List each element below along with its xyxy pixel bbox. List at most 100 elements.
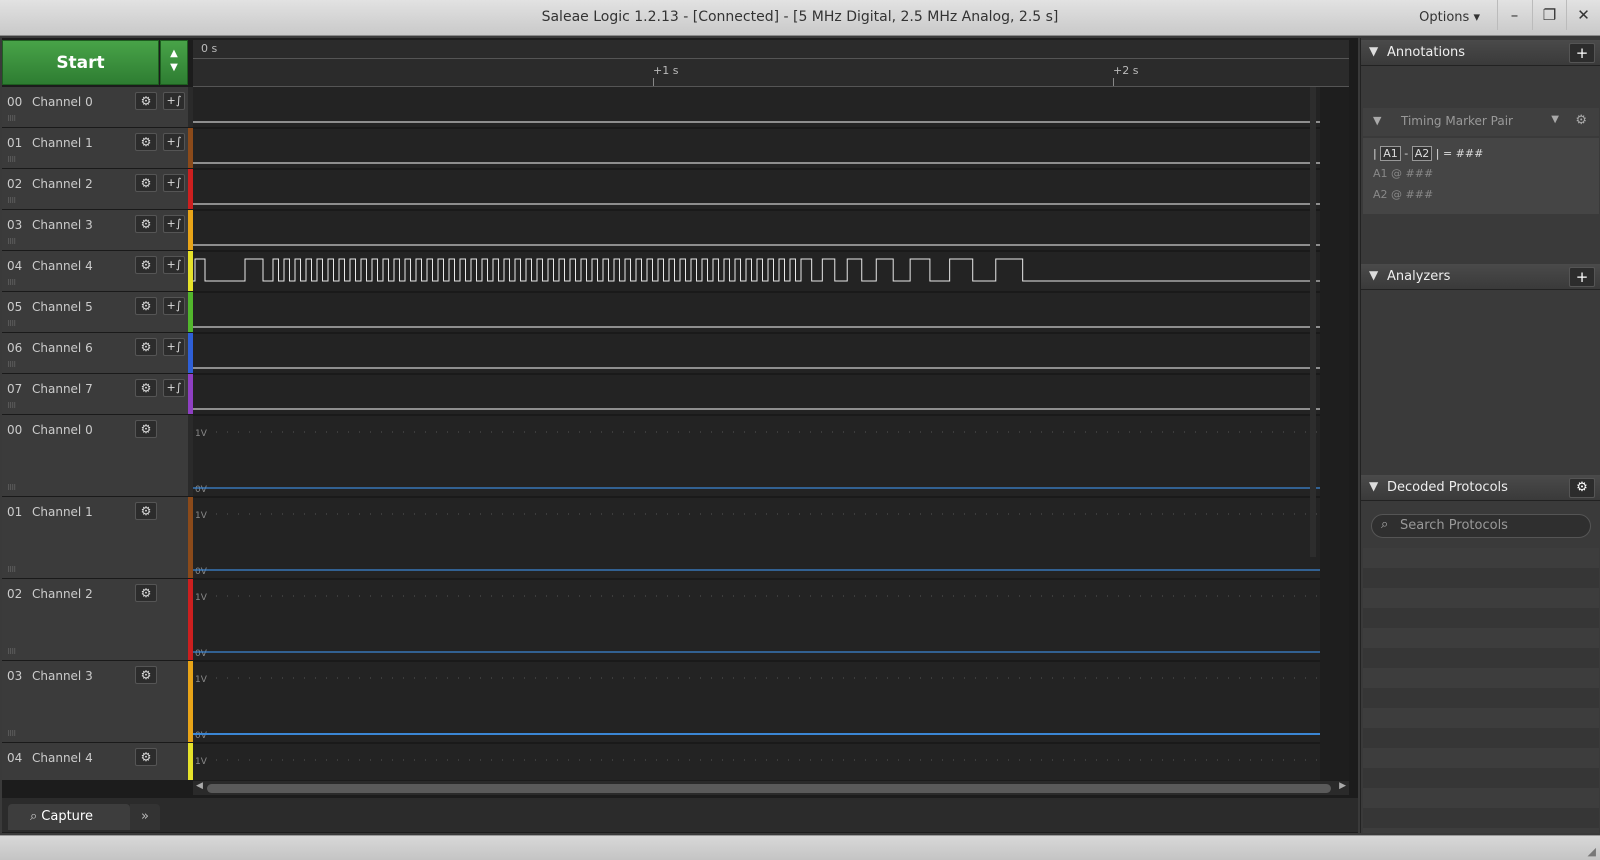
- channel-number: 07: [7, 382, 23, 396]
- trigger-button[interactable]: +∫: [163, 92, 185, 110]
- add-annotation-button[interactable]: +: [1569, 43, 1595, 63]
- analog-channel-row[interactable]: 03 Channel 3 ⠿⠿ ⚙: [2, 661, 193, 743]
- close-button[interactable]: ✕: [1566, 0, 1600, 30]
- ruler-tick-label: +1 s: [653, 64, 679, 77]
- analog-channel-row[interactable]: 04Channel 4⠿⠿⚙: [2, 743, 193, 780]
- options-label: Options: [1419, 10, 1470, 25]
- channel-settings-button[interactable]: ⚙: [135, 133, 157, 151]
- channel-settings-button[interactable]: ⚙: [135, 174, 157, 192]
- channel-settings-button[interactable]: ⚙: [135, 748, 157, 766]
- channel-name[interactable]: Channel 1: [32, 136, 93, 150]
- trigger-button[interactable]: +∫: [163, 297, 185, 315]
- digital-channel-row[interactable]: 05 Channel 5 ⠿⠿ ⚙ +∫: [2, 292, 193, 333]
- trigger-button[interactable]: +∫: [163, 379, 185, 397]
- channel-settings-button[interactable]: ⚙: [135, 379, 157, 397]
- trigger-button[interactable]: +∫: [163, 133, 185, 151]
- add-analyzer-button[interactable]: +: [1569, 267, 1595, 287]
- search-protocols-input[interactable]: ⌕ Search Protocols: [1371, 514, 1591, 538]
- drag-handle-icon[interactable]: ⠿⠿: [7, 648, 16, 656]
- drag-handle-icon[interactable]: ⠿⠿: [7, 730, 16, 738]
- drag-handle-icon[interactable]: ⠿⠿: [7, 320, 16, 328]
- analog-channel-row[interactable]: 01 Channel 1 ⠿⠿ ⚙: [2, 497, 193, 579]
- resize-grip-icon[interactable]: ◢: [1588, 845, 1596, 858]
- channel-name[interactable]: Channel 2: [32, 587, 93, 601]
- channel-settings-button[interactable]: ⚙: [135, 215, 157, 233]
- arrow-up-icon[interactable]: ▲: [161, 47, 187, 61]
- drag-handle-icon[interactable]: ⠿⠿: [7, 197, 16, 205]
- channel-name[interactable]: Channel 4: [32, 751, 93, 765]
- trigger-button[interactable]: +∫: [163, 338, 185, 356]
- digital-channel-row[interactable]: 00 Channel 0 ⠿⠿ ⚙ +∫: [2, 87, 193, 128]
- channel-name[interactable]: Channel 3: [32, 669, 93, 683]
- tab-capture[interactable]: ⌕ Capture: [8, 804, 130, 830]
- a1-marker-badge[interactable]: A1: [1380, 146, 1401, 161]
- scroll-left-icon[interactable]: ◀: [196, 781, 203, 791]
- start-button[interactable]: Start: [2, 40, 159, 85]
- analyzers-header[interactable]: ▼ Analyzers +: [1361, 264, 1600, 290]
- timing-marker-pair-row[interactable]: ▼ Timing Marker Pair ▼ ⚙: [1363, 108, 1599, 136]
- analog-max-label: 1V: [195, 675, 208, 685]
- digital-channel-row[interactable]: 03 Channel 3 ⠿⠿ ⚙ +∫: [2, 210, 193, 251]
- channel-settings-button[interactable]: ⚙: [135, 502, 157, 520]
- chevron-down-icon: ▾: [1473, 10, 1480, 25]
- waveform-canvas[interactable]: 1V0V1V0V1V0V1V0V1V0V: [193, 87, 1349, 780]
- analog-min-label: 0V: [195, 485, 208, 495]
- dropdown-arrow-icon[interactable]: ▼: [1551, 114, 1559, 125]
- channel-name[interactable]: Channel 1: [32, 505, 93, 519]
- digital-channel-row[interactable]: 07 Channel 7 ⠿⠿ ⚙ +∫: [2, 374, 193, 415]
- collapse-triangle-icon[interactable]: ▼: [1369, 479, 1378, 493]
- more-tabs-button[interactable]: »: [130, 804, 160, 830]
- channel-name[interactable]: Channel 2: [32, 177, 93, 191]
- channel-settings-button[interactable]: ⚙: [135, 666, 157, 684]
- channel-name[interactable]: Channel 4: [32, 259, 93, 273]
- collapse-triangle-icon[interactable]: ▼: [1369, 268, 1378, 282]
- analog-channel-row[interactable]: 02 Channel 2 ⠿⠿ ⚙: [2, 579, 193, 661]
- digital-channel-row[interactable]: 06 Channel 6 ⠿⠿ ⚙ +∫: [2, 333, 193, 374]
- drag-handle-icon[interactable]: ⠿⠿: [7, 361, 16, 369]
- marker-type-label: Timing Marker Pair: [1401, 114, 1513, 128]
- drag-handle-icon[interactable]: ⠿⠿: [7, 402, 16, 410]
- options-menu-button[interactable]: Options ▾: [1419, 10, 1480, 25]
- channel-name[interactable]: Channel 5: [32, 300, 93, 314]
- channel-number: 03: [7, 218, 23, 232]
- trigger-button[interactable]: +∫: [163, 256, 185, 274]
- waveform-area[interactable]: 1V0V1V0V1V0V1V0V1V0V: [193, 87, 1349, 780]
- channel-settings-button[interactable]: ⚙: [135, 420, 157, 438]
- channel-name[interactable]: Channel 3: [32, 218, 93, 232]
- digital-channel-row[interactable]: 04 Channel 4 ⠿⠿ ⚙ +∫: [2, 251, 193, 292]
- scroll-right-icon[interactable]: ▶: [1339, 781, 1346, 791]
- arrow-down-icon[interactable]: ▼: [161, 61, 187, 75]
- a2-marker-badge[interactable]: A2: [1411, 146, 1433, 161]
- decoded-settings-button[interactable]: ⚙: [1569, 478, 1595, 498]
- start-options-stepper[interactable]: ▲ ▼: [160, 40, 188, 85]
- channel-settings-button[interactable]: ⚙: [135, 256, 157, 274]
- scrollbar-thumb[interactable]: [207, 784, 1331, 793]
- drag-handle-icon[interactable]: ⠿⠿: [7, 115, 16, 123]
- analog-channel-row[interactable]: 00 Channel 0 ⠿⠿ ⚙: [2, 415, 193, 497]
- channel-settings-button[interactable]: ⚙: [135, 92, 157, 110]
- channel-settings-button[interactable]: ⚙: [135, 584, 157, 602]
- horizontal-scrollbar[interactable]: ◀ ▶: [193, 781, 1349, 795]
- channel-settings-button[interactable]: ⚙: [135, 297, 157, 315]
- drag-handle-icon[interactable]: ⠿⠿: [7, 484, 16, 492]
- gear-icon[interactable]: ⚙: [1575, 113, 1587, 128]
- decoded-protocols-header[interactable]: ▼ Decoded Protocols ⚙: [1361, 475, 1600, 501]
- digital-channel-row[interactable]: 01 Channel 1 ⠿⠿ ⚙ +∫: [2, 128, 193, 169]
- collapse-triangle-icon[interactable]: ▼: [1369, 44, 1378, 58]
- restore-button[interactable]: ❐: [1532, 0, 1566, 30]
- trigger-button[interactable]: +∫: [163, 215, 185, 233]
- channel-name[interactable]: Channel 7: [32, 382, 93, 396]
- channel-name[interactable]: Channel 0: [32, 95, 93, 109]
- digital-channel-row[interactable]: 02 Channel 2 ⠿⠿ ⚙ +∫: [2, 169, 193, 210]
- drag-handle-icon[interactable]: ⠿⠿: [7, 238, 16, 246]
- drag-handle-icon[interactable]: ⠿⠿: [7, 279, 16, 287]
- drag-handle-icon[interactable]: ⠿⠿: [7, 566, 16, 574]
- channel-name[interactable]: Channel 0: [32, 423, 93, 437]
- annotations-header[interactable]: ▼ Annotations +: [1361, 40, 1600, 66]
- time-ruler[interactable]: 0 s +1 s +2 s: [193, 40, 1349, 87]
- channel-name[interactable]: Channel 6: [32, 341, 93, 355]
- channel-settings-button[interactable]: ⚙: [135, 338, 157, 356]
- minimize-button[interactable]: –: [1497, 0, 1531, 30]
- drag-handle-icon[interactable]: ⠿⠿: [7, 156, 16, 164]
- trigger-button[interactable]: +∫: [163, 174, 185, 192]
